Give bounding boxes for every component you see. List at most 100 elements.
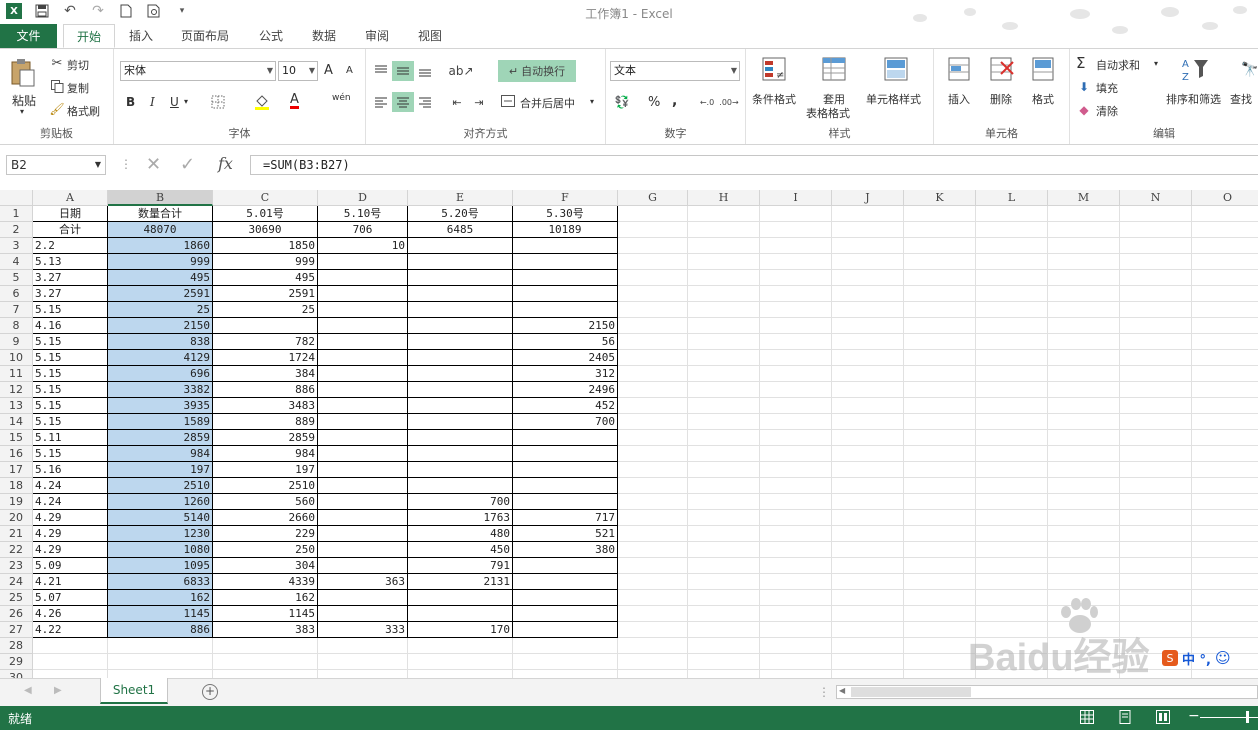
cell-H5[interactable] [688,270,760,286]
cell-A18[interactable]: 4.24 [33,478,108,494]
cell-F21[interactable]: 521 [513,526,618,542]
cell-J14[interactable] [832,414,904,430]
cell-E9[interactable] [408,334,513,350]
cell-G7[interactable] [618,302,688,318]
row-header[interactable]: 30 [0,670,33,678]
ime-mode[interactable]: 中 °, [1182,649,1211,668]
cell-A24[interactable]: 4.21 [33,574,108,590]
cell-F3[interactable] [513,238,618,254]
cell-E25[interactable] [408,590,513,606]
paste-icon[interactable] [8,57,38,89]
cell-H10[interactable] [688,350,760,366]
cell-L18[interactable] [976,478,1048,494]
middle-align-icon[interactable] [392,61,414,81]
cell-J24[interactable] [832,574,904,590]
cell-O25[interactable] [1192,590,1258,606]
cell-K11[interactable] [904,366,976,382]
cell-M18[interactable] [1048,478,1120,494]
cell-J12[interactable] [832,382,904,398]
column-header-M[interactable]: M [1048,190,1120,206]
column-header-H[interactable]: H [688,190,760,206]
cell-M10[interactable] [1048,350,1120,366]
column-header-G[interactable]: G [618,190,688,206]
delete-cells-icon[interactable] [988,55,1016,85]
cell-L27[interactable] [976,622,1048,638]
cell-E1[interactable]: 5.20号 [408,206,513,222]
cell-C14[interactable]: 889 [213,414,318,430]
cell-I9[interactable] [760,334,832,350]
tab-review[interactable]: 审阅 [356,24,398,48]
cell-L25[interactable] [976,590,1048,606]
cell-N14[interactable] [1120,414,1192,430]
cell-A3[interactable]: 2.2 [33,238,108,254]
cell-G13[interactable] [618,398,688,414]
tab-data[interactable]: 数据 [303,24,345,48]
cell-G8[interactable] [618,318,688,334]
cell-G10[interactable] [618,350,688,366]
row-header[interactable]: 18 [0,478,33,494]
cell-I28[interactable] [760,638,832,654]
cell-B4[interactable]: 999 [108,254,213,270]
clear-icon[interactable]: ◆ [1076,102,1092,118]
row-header[interactable]: 11 [0,366,33,382]
zoom-slider-thumb[interactable] [1246,711,1249,723]
page-break-view-icon[interactable] [1156,710,1170,724]
fill-button[interactable]: 填充 [1096,80,1118,96]
cell-B13[interactable]: 3935 [108,398,213,414]
cell-O10[interactable] [1192,350,1258,366]
cell-J28[interactable] [832,638,904,654]
phonetic-guide-button[interactable]: wén [332,93,351,103]
cell-I16[interactable] [760,446,832,462]
cell-H7[interactable] [688,302,760,318]
cell-J8[interactable] [832,318,904,334]
cell-K23[interactable] [904,558,976,574]
cell-F22[interactable]: 380 [513,542,618,558]
cell-N30[interactable] [1120,670,1192,678]
cell-H20[interactable] [688,510,760,526]
cell-D7[interactable] [318,302,408,318]
cell-G11[interactable] [618,366,688,382]
cell-M19[interactable] [1048,494,1120,510]
cell-K4[interactable] [904,254,976,270]
cell-F1[interactable]: 5.30号 [513,206,618,222]
cell-L10[interactable] [976,350,1048,366]
cell-B21[interactable]: 1230 [108,526,213,542]
cell-A14[interactable]: 5.15 [33,414,108,430]
cell-F18[interactable] [513,478,618,494]
tab-file[interactable]: 文件 [0,24,57,48]
cell-A11[interactable]: 5.15 [33,366,108,382]
cell-M5[interactable] [1048,270,1120,286]
cell-N8[interactable] [1120,318,1192,334]
cell-E28[interactable] [408,638,513,654]
conditional-formatting-button[interactable]: 条件格式 [752,91,796,107]
autosum-icon[interactable]: Σ [1076,54,1085,72]
cell-L7[interactable] [976,302,1048,318]
font-size-select[interactable]: 10 ▼ [278,61,318,81]
underline-dropdown-icon[interactable]: ▾ [184,97,188,106]
column-header-B[interactable]: B [108,190,213,206]
sort-filter-button[interactable]: 排序和筛选 [1166,91,1221,107]
cell-I30[interactable] [760,670,832,678]
cell-D29[interactable] [318,654,408,670]
cell-A13[interactable]: 5.15 [33,398,108,414]
cell-M20[interactable] [1048,510,1120,526]
cell-A2[interactable]: 合计 [33,222,108,238]
cell-N7[interactable] [1120,302,1192,318]
borders-icon[interactable] [210,94,226,110]
cell-J30[interactable] [832,670,904,678]
select-all-corner[interactable] [0,190,33,206]
cell-E20[interactable]: 1763 [408,510,513,526]
cell-F9[interactable]: 56 [513,334,618,350]
cell-K3[interactable] [904,238,976,254]
row-header[interactable]: 27 [0,622,33,638]
cell-N2[interactable] [1120,222,1192,238]
cell-J3[interactable] [832,238,904,254]
cell-E3[interactable] [408,238,513,254]
cell-A10[interactable]: 5.15 [33,350,108,366]
cell-styles-button[interactable]: 单元格样式 [866,91,921,107]
page-layout-view-icon[interactable] [1118,710,1132,724]
cell-M16[interactable] [1048,446,1120,462]
cell-G12[interactable] [618,382,688,398]
cell-F2[interactable]: 10189 [513,222,618,238]
cell-C19[interactable]: 560 [213,494,318,510]
